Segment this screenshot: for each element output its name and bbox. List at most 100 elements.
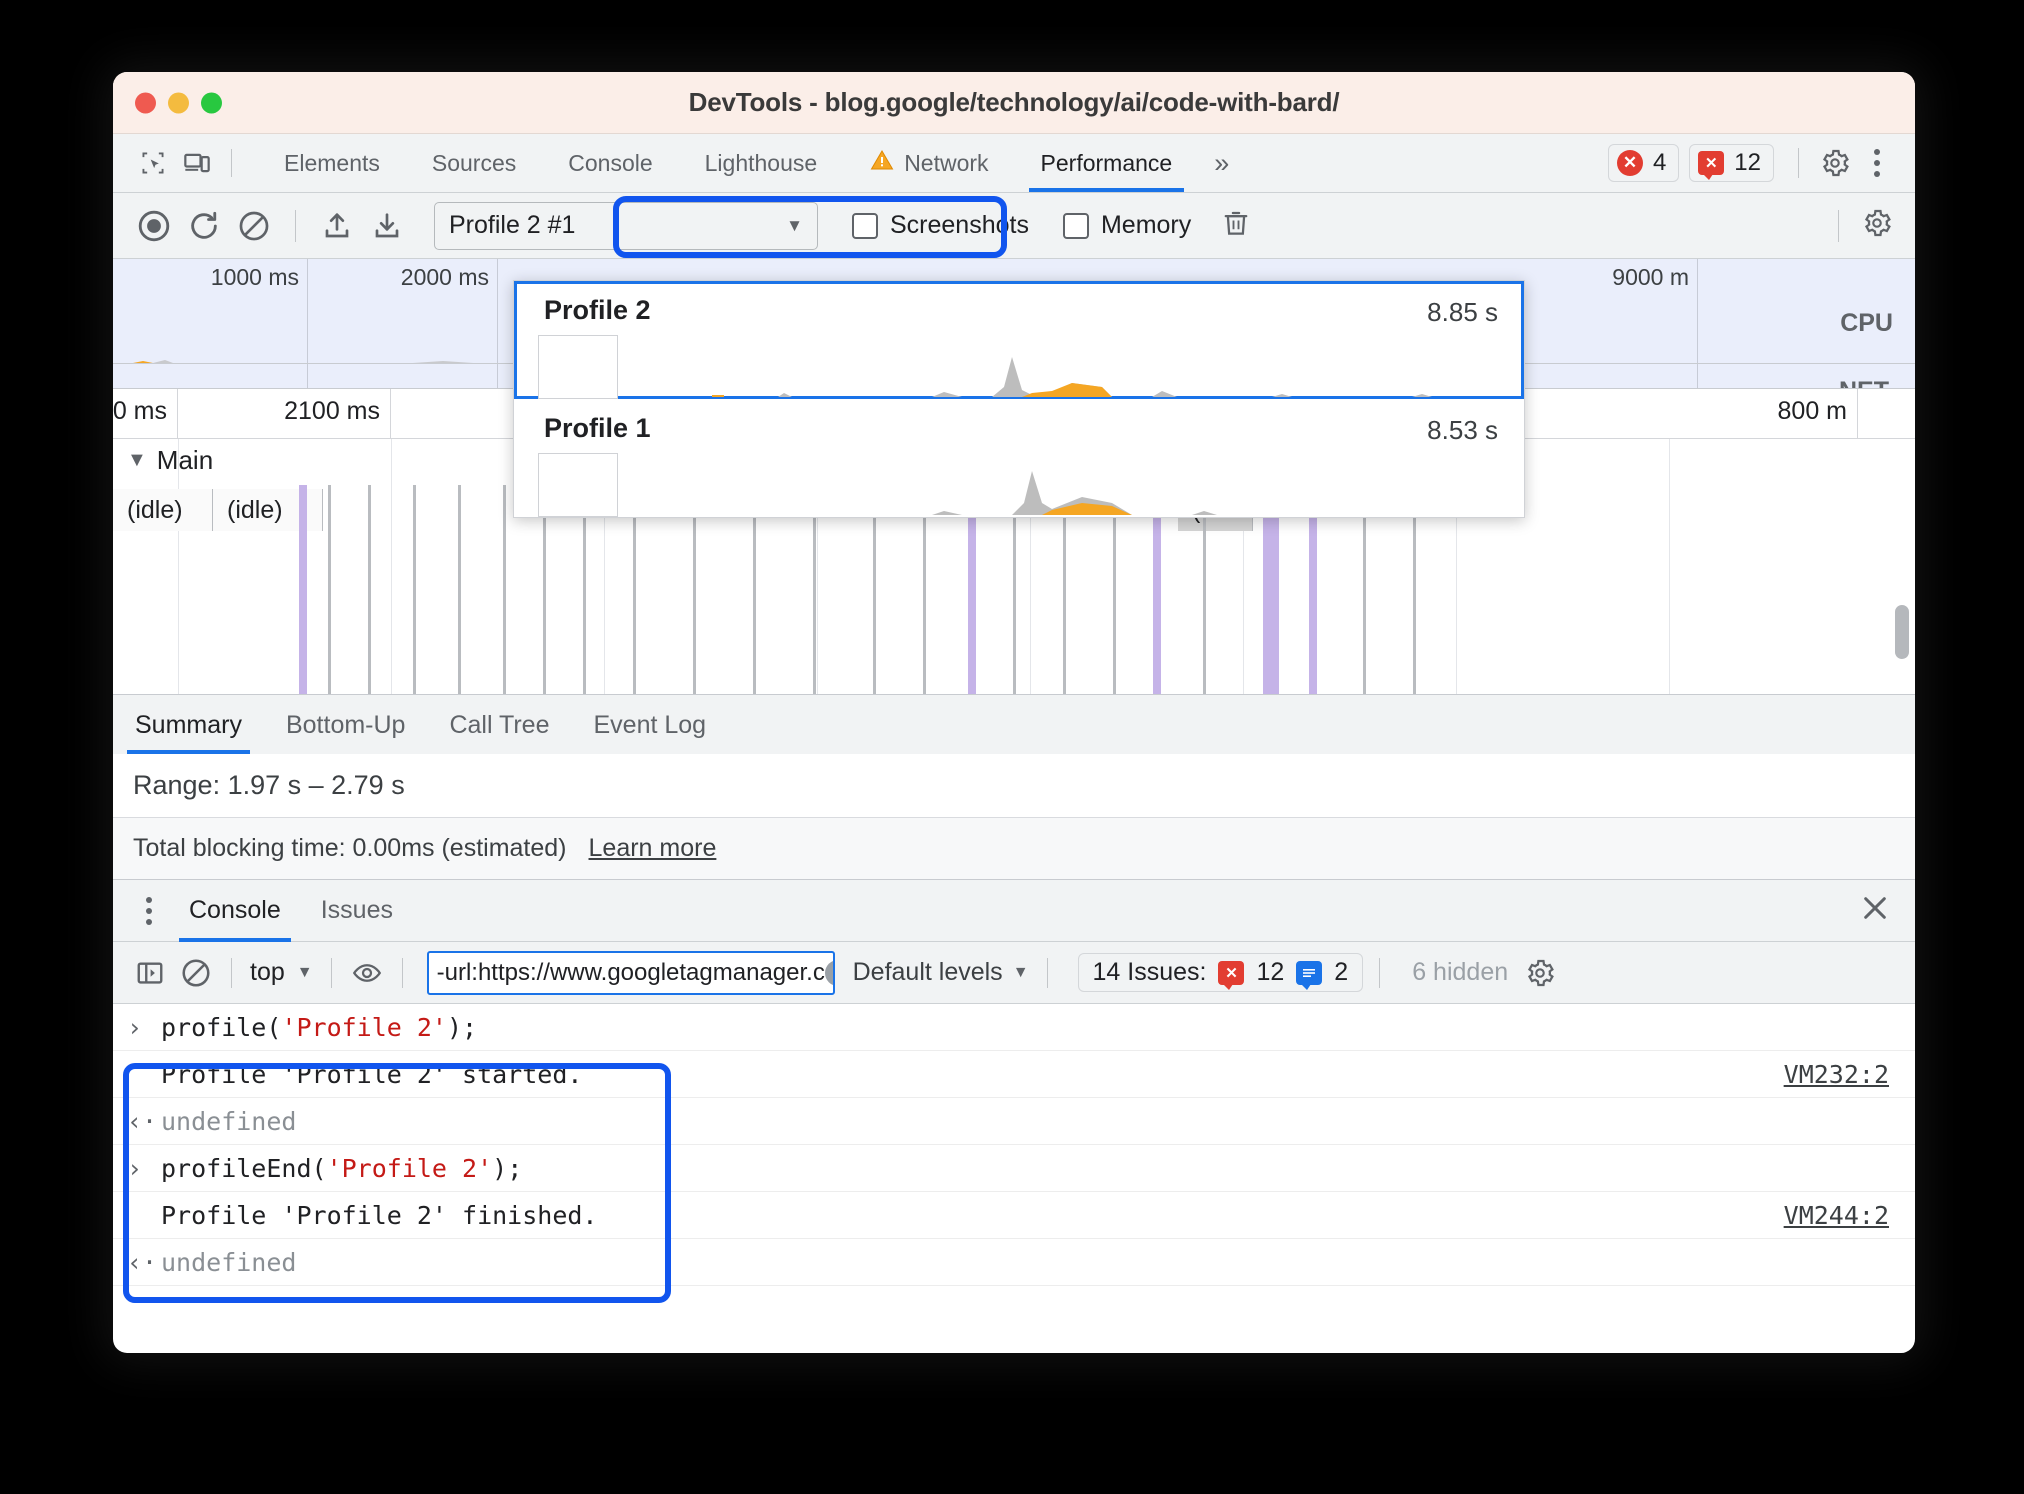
save-profile-icon[interactable] (362, 201, 412, 251)
console-line-input[interactable]: › profile('Profile 2'); (113, 1004, 1915, 1051)
record-and-reload-button[interactable] (179, 201, 229, 251)
tab-lighthouse[interactable]: Lighthouse (679, 134, 844, 192)
issue-info-bubble-icon (1296, 960, 1323, 990)
tab-bottom-up[interactable]: Bottom-Up (264, 711, 427, 754)
memory-checkbox[interactable]: Memory (1062, 211, 1192, 240)
devtools-window: DevTools - blog.google/technology/ai/cod… (113, 72, 1915, 1353)
error-circle-icon: ✕ (1616, 150, 1643, 176)
profile-2-title: Profile 2 (544, 295, 651, 325)
minimize-window-button[interactable] (168, 92, 189, 113)
perf-toolbar-divider-2 (1838, 209, 1839, 242)
console-code-pre: profile( (161, 1012, 282, 1042)
clear-filter-icon[interactable]: ✕ (824, 959, 833, 986)
record-button[interactable] (129, 201, 179, 251)
drawer-tab-console[interactable]: Console (169, 880, 301, 942)
performance-toolbar: Profile 2 #1 ▼ Screenshots Memory (113, 193, 1915, 259)
tab-sources-label: Sources (431, 149, 517, 176)
memory-label: Memory (1100, 211, 1192, 239)
profile-selector[interactable]: Profile 2 #1 ▼ (434, 201, 818, 250)
idle-block-1: (idle) (113, 489, 213, 531)
chevron-down-icon: ▼ (296, 963, 313, 981)
error-count-badge[interactable]: ✕ 4 (1607, 144, 1680, 182)
console-filter-input[interactable]: -url:https://www.googletagmanager.c ✕ (426, 950, 835, 995)
console-line-result[interactable]: ‹· undefined (113, 1098, 1915, 1145)
collect-garbage-icon[interactable] (1221, 207, 1251, 244)
console-code-pre: profileEnd( (161, 1153, 327, 1183)
tab-call-tree-label: Call Tree (449, 711, 550, 739)
log-level-value: Default levels (852, 958, 1003, 986)
console-line-result[interactable]: ‹· undefined (113, 1239, 1915, 1286)
clear-console-icon[interactable] (173, 950, 219, 996)
close-drawer-icon[interactable] (1859, 892, 1891, 929)
panel-tabs: Elements Sources Console Lighthouse Netw… (258, 134, 1229, 192)
screenshots-checkbox-box[interactable] (852, 212, 878, 239)
tab-strip-right-tools: ✕ 4 ✕ 12 (1607, 141, 1915, 185)
ruler-tick-4-label: 800 m (1777, 397, 1847, 425)
warning-triangle-icon (869, 148, 895, 178)
overview-tick-1-label: 1000 ms (210, 264, 299, 290)
devtools-tab-strip: Elements Sources Console Lighthouse Netw… (113, 134, 1915, 193)
issues-summary-label: 14 Issues: (1092, 958, 1207, 986)
tab-call-tree[interactable]: Call Tree (427, 711, 571, 754)
load-profile-icon[interactable] (312, 201, 362, 251)
tab-elements[interactable]: Elements (258, 134, 406, 192)
console-source-link[interactable]: VM232:2 (1784, 1060, 1889, 1089)
issue-count-badge[interactable]: ✕ 12 (1689, 144, 1774, 182)
console-toolbar-divider-3 (401, 957, 403, 988)
log-level-selector[interactable]: Default levels ▼ (853, 958, 1029, 987)
live-expression-eye-icon[interactable] (344, 950, 390, 996)
console-source-link[interactable]: VM244:2 (1784, 1201, 1889, 1230)
console-line-input[interactable]: › profileEnd('Profile 2'); (113, 1145, 1915, 1192)
tab-event-log[interactable]: Event Log (572, 711, 729, 754)
flame-scrollbar-thumb[interactable] (1895, 605, 1909, 659)
issue-count-label: 12 (1734, 149, 1761, 176)
issues-info-count: 2 (1334, 958, 1349, 986)
hidden-messages-label: 6 hidden (1412, 958, 1509, 986)
device-toolbar-icon[interactable] (175, 141, 219, 185)
profile-2-thumbnail (538, 335, 618, 399)
total-blocking-time-label: Total blocking time: 0.00ms (estimated) (133, 834, 567, 862)
clear-recording-button[interactable] (229, 201, 279, 251)
console-line-output[interactable]: Profile 'Profile 2' finished. VM244:2 (113, 1192, 1915, 1239)
main-track-header[interactable]: ▼ Main (127, 445, 213, 476)
net-track-label: NET (1839, 377, 1889, 388)
settings-gear-icon[interactable] (1813, 141, 1857, 185)
close-window-button[interactable] (135, 92, 156, 113)
console-line-output[interactable]: Profile 'Profile 2' started. VM232:2 (113, 1051, 1915, 1098)
window-controls[interactable] (135, 92, 222, 113)
javascript-context-selector[interactable]: top ▼ (244, 958, 319, 987)
screenshot-stage: DevTools - blog.google/technology/ai/cod… (0, 0, 2024, 1494)
profile-dropdown-item-profile-2[interactable]: Profile 2 8.85 s (514, 281, 1524, 399)
tab-console[interactable]: Console (542, 134, 678, 192)
memory-checkbox-box[interactable] (1062, 212, 1089, 239)
input-arrow-icon: › (127, 1153, 143, 1183)
drawer-tab-console-label: Console (189, 896, 281, 924)
learn-more-link[interactable]: Learn more (589, 834, 717, 863)
tab-summary[interactable]: Summary (113, 711, 264, 754)
console-log[interactable]: › profile('Profile 2'); Profile 'Profile… (113, 1004, 1915, 1286)
collapse-triangle-icon[interactable]: ▼ (127, 449, 147, 472)
console-output-text: Profile 'Profile 2' finished. (161, 1200, 598, 1230)
flame-gridline (178, 439, 179, 694)
profile-dropdown-item-profile-1[interactable]: Profile 1 8.53 s (514, 399, 1524, 517)
drawer-tab-issues[interactable]: Issues (301, 880, 413, 942)
input-arrow-icon: › (127, 1012, 143, 1042)
profile-1-duration: 8.53 s (1427, 415, 1498, 445)
capture-settings-gear-icon[interactable] (1861, 207, 1893, 244)
maximize-window-button[interactable] (201, 92, 222, 113)
summary-range-label: Range: 1.97 s – 2.79 s (133, 770, 405, 800)
inspect-element-icon[interactable] (131, 141, 175, 185)
drawer-more-options-icon[interactable] (129, 896, 169, 925)
tab-network[interactable]: Network (843, 134, 1014, 192)
console-sidebar-toggle-icon[interactable] (127, 950, 173, 996)
profile-dropdown-menu[interactable]: Profile 2 8.85 s Profile 1 8.53 s (513, 280, 1525, 518)
console-settings-gear-icon[interactable] (1524, 957, 1556, 989)
more-tabs-icon[interactable]: » (1214, 148, 1229, 179)
tab-performance[interactable]: Performance (1015, 134, 1199, 192)
issues-summary-button[interactable]: 14 Issues: ✕ 12 2 (1077, 953, 1364, 992)
flame-gridline (1669, 439, 1670, 694)
screenshots-checkbox[interactable]: Screenshots (852, 211, 1029, 240)
devtools-more-options-icon[interactable] (1857, 149, 1897, 177)
tab-sources[interactable]: Sources (406, 134, 542, 192)
console-toolbar-divider-4 (1046, 957, 1048, 988)
